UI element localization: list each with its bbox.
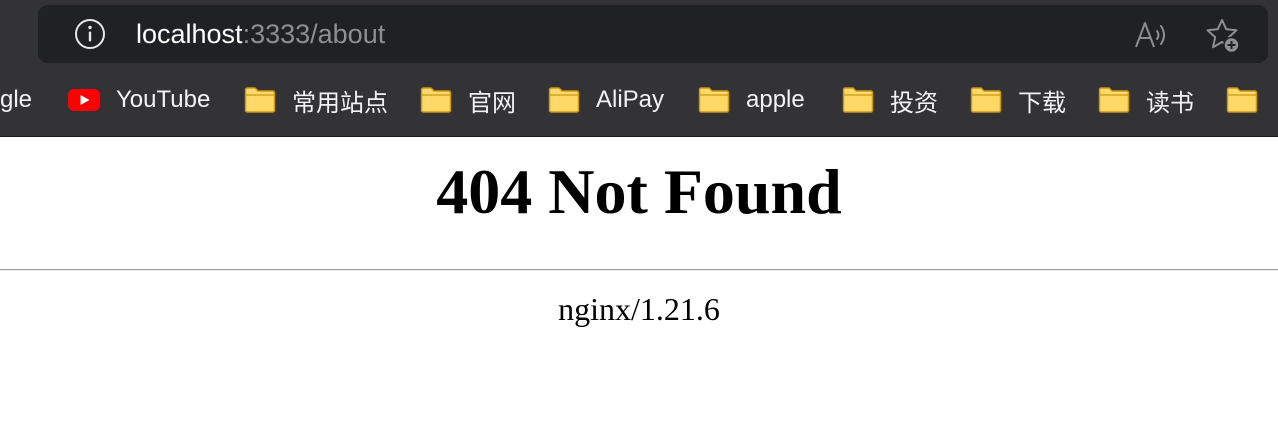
folder-icon xyxy=(698,87,730,113)
bookmark-youtube[interactable]: YouTube xyxy=(68,80,210,120)
folder-icon xyxy=(1098,87,1130,113)
bookmark-folder-invest[interactable]: 投资 xyxy=(842,80,938,120)
folder-icon xyxy=(970,87,1002,113)
bookmark-google[interactable]: gle xyxy=(0,80,32,120)
bookmark-label: AliPay xyxy=(596,86,665,113)
bookmarks-bar: gle YouTube 常用站点 官网 AliPay apple 投资 下载 读… xyxy=(0,70,1278,130)
folder-icon xyxy=(548,87,580,113)
address-bar[interactable]: localhost:3333/about xyxy=(38,5,1268,63)
bookmark-folder-reading[interactable]: 读书 xyxy=(1098,80,1194,120)
bookmark-label: 官网 xyxy=(468,89,516,117)
url-path: :3333/about xyxy=(242,19,386,49)
bookmark-label: 投资 xyxy=(890,89,938,117)
folder-icon xyxy=(1226,87,1258,113)
bookmark-folder-downloads[interactable]: 下载 xyxy=(970,80,1066,120)
bookmark-folder-frequent-sites[interactable]: 常用站点 xyxy=(244,80,388,120)
folder-icon xyxy=(420,87,452,113)
url-host: localhost xyxy=(136,19,243,49)
youtube-icon xyxy=(68,89,100,111)
bookmark-folder-overflow[interactable] xyxy=(1226,80,1258,120)
folder-icon xyxy=(842,87,874,113)
bookmark-label: 常用站点 xyxy=(292,89,388,117)
server-signature: nginx/1.21.6 xyxy=(558,291,720,327)
page-title: 404 Not Found xyxy=(436,156,842,227)
bookmark-label: 读书 xyxy=(1146,89,1194,117)
divider xyxy=(0,269,1278,271)
bookmark-folder-official[interactable]: 官网 xyxy=(420,80,516,120)
browser-toolbar: localhost:3333/about gle YouTube 常用站点 官网… xyxy=(0,0,1278,137)
url-text[interactable]: localhost:3333/about xyxy=(136,17,385,51)
add-favorite-star-icon[interactable] xyxy=(1204,17,1242,55)
bookmark-folder-alipay[interactable]: AliPay xyxy=(548,80,664,120)
folder-icon xyxy=(244,87,276,113)
bookmark-label: 下载 xyxy=(1018,89,1066,117)
read-aloud-icon[interactable] xyxy=(1134,19,1168,51)
bookmark-label: apple xyxy=(746,86,805,113)
bookmark-folder-apple[interactable]: apple xyxy=(698,80,805,120)
bookmark-label: YouTube xyxy=(116,86,211,113)
info-circle-icon[interactable] xyxy=(74,18,106,50)
bookmark-label: gle xyxy=(0,86,33,113)
